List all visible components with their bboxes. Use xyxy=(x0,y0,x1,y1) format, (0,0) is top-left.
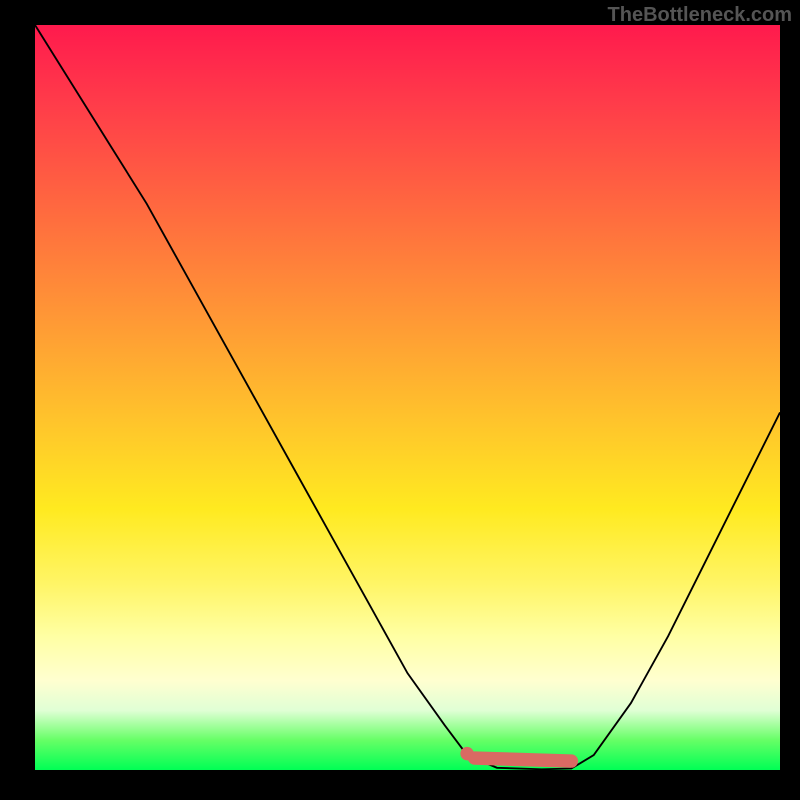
main-curve-path xyxy=(35,25,780,769)
watermark-text: TheBottleneck.com xyxy=(608,4,792,27)
min-marker-line xyxy=(475,758,572,761)
chart-svg xyxy=(35,25,780,770)
